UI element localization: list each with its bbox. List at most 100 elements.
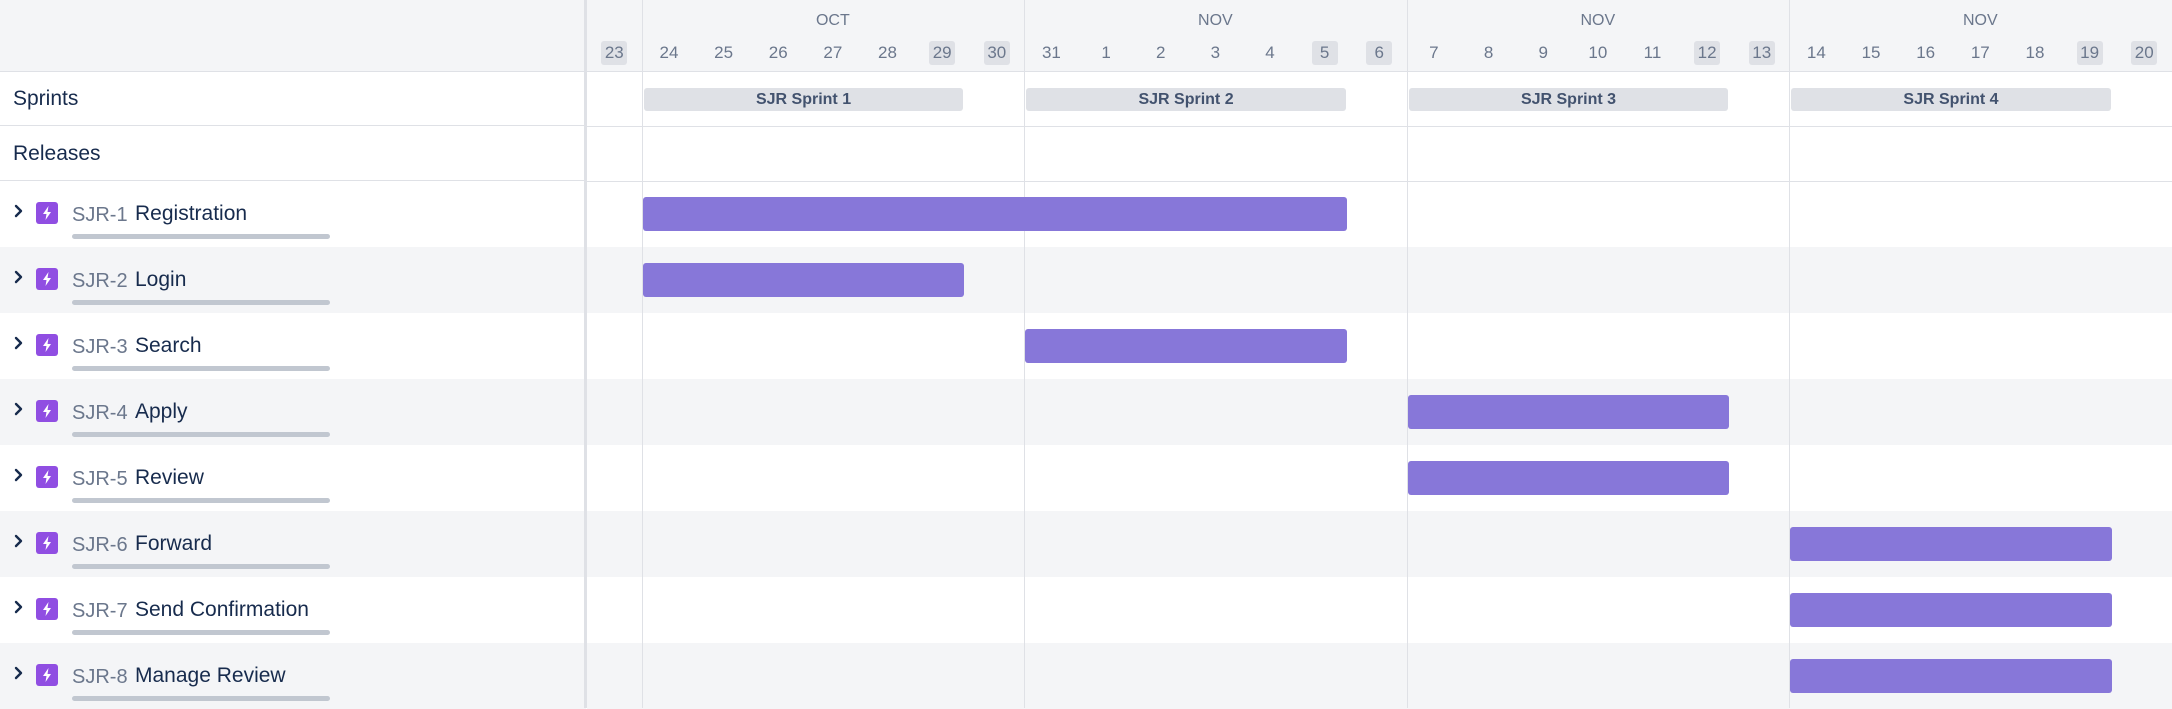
issue-progress-bar xyxy=(72,564,330,569)
epic-lightning-icon xyxy=(36,334,58,356)
day-label: 24 xyxy=(659,43,679,62)
chevron-right-icon[interactable] xyxy=(11,335,27,351)
epic-lightning-icon xyxy=(36,202,58,224)
issue-row[interactable]: SJR-5 Review xyxy=(0,445,586,511)
issue-key[interactable]: SJR-2 xyxy=(72,270,128,293)
day-label: 28 xyxy=(878,43,897,62)
chevron-right-icon[interactable] xyxy=(11,665,27,681)
issue-title[interactable]: Registration xyxy=(135,202,247,226)
issue-title[interactable]: Login xyxy=(135,268,186,292)
issue-row[interactable]: SJR-4 Apply xyxy=(0,379,586,445)
day-label: 3 xyxy=(1210,43,1221,62)
issue-bar[interactable] xyxy=(1790,659,2112,693)
chevron-right-icon[interactable] xyxy=(11,401,27,417)
issue-title[interactable]: Send Confirmation xyxy=(135,598,309,622)
day-label: 1 xyxy=(1101,43,1111,62)
issue-title[interactable]: Search xyxy=(135,334,202,358)
month-label: NOV xyxy=(1198,12,1233,29)
issue-progress-bar xyxy=(72,234,330,239)
timeline-row-divider xyxy=(587,181,2172,182)
day-label: 18 xyxy=(2025,43,2045,62)
month-label: NOV xyxy=(1580,12,1616,29)
epic-lightning-icon xyxy=(36,268,58,290)
epic-lightning-icon xyxy=(36,532,58,554)
issue-bar[interactable] xyxy=(1790,527,2112,561)
issue-bar[interactable] xyxy=(1790,593,2112,627)
day-label: 30 xyxy=(983,41,1010,65)
sprints-label: Sprints xyxy=(13,87,79,110)
issue-row[interactable]: SJR-8 Manage Review xyxy=(0,643,586,709)
issue-list-header xyxy=(0,0,586,72)
issue-progress-bar xyxy=(72,366,330,371)
day-label: 31 xyxy=(1041,43,1061,62)
day-label: 6 xyxy=(1366,41,1393,65)
week-gridline xyxy=(642,0,643,708)
day-label: 20 xyxy=(2131,41,2158,65)
week-gridline xyxy=(1407,0,1408,708)
issue-title[interactable]: Manage Review xyxy=(135,664,286,688)
issue-key[interactable]: SJR-5 xyxy=(72,468,128,491)
epic-lightning-icon xyxy=(36,598,58,620)
day-label: 9 xyxy=(1538,43,1548,62)
issue-progress-bar xyxy=(72,300,330,305)
sprint-pill[interactable]: SJR Sprint 4 xyxy=(1791,88,2111,111)
issue-progress-bar xyxy=(72,432,330,437)
issue-row[interactable]: SJR-1 Registration xyxy=(0,181,586,247)
issue-bar[interactable] xyxy=(642,197,1347,231)
issue-bar[interactable] xyxy=(642,263,965,297)
chevron-right-icon[interactable] xyxy=(11,203,27,219)
day-label: 2 xyxy=(1155,43,1166,62)
timeline-row-stripe xyxy=(587,379,2172,445)
issue-row[interactable]: SJR-6 Forward xyxy=(0,511,586,577)
chevron-right-icon[interactable] xyxy=(11,269,27,285)
day-label: 19 xyxy=(2076,41,2103,65)
issue-key[interactable]: SJR-4 xyxy=(72,402,128,425)
sprint-pill[interactable]: SJR Sprint 2 xyxy=(1026,88,1346,111)
issue-title[interactable]: Forward xyxy=(135,532,212,556)
issue-progress-bar xyxy=(72,630,330,635)
issue-title[interactable]: Review xyxy=(135,466,204,490)
timeline-row-divider xyxy=(587,126,2172,127)
issue-bar[interactable] xyxy=(1407,461,1730,495)
issue-key[interactable]: SJR-7 xyxy=(72,600,128,623)
issue-row[interactable]: SJR-7 Send Confirmation xyxy=(0,577,586,643)
chevron-right-icon[interactable] xyxy=(11,467,27,483)
issue-progress-bar xyxy=(72,498,330,503)
day-label: 16 xyxy=(1916,43,1936,62)
issue-progress-bar xyxy=(72,696,330,701)
sprint-pill[interactable]: SJR Sprint 3 xyxy=(1408,88,1729,111)
day-label: 17 xyxy=(1970,43,1990,62)
day-label: 26 xyxy=(768,43,788,62)
issue-key[interactable]: SJR-8 xyxy=(72,666,128,689)
month-label: OCT xyxy=(815,12,850,29)
day-label: 27 xyxy=(823,43,843,62)
issue-bar[interactable] xyxy=(1407,395,1730,429)
chevron-right-icon[interactable] xyxy=(11,599,27,615)
timeline-grid: OCT NOV NOV NOV 23 24 25 26 27 28 29 30 31 1 2 3 4 5 6 7 8 9… xyxy=(587,0,2172,709)
issue-key[interactable]: SJR-3 xyxy=(72,336,128,359)
epic-lightning-icon xyxy=(36,400,58,422)
day-label: 10 xyxy=(1588,43,1608,62)
issue-key[interactable]: SJR-1 xyxy=(72,204,128,227)
issue-row[interactable]: SJR-3 Search xyxy=(0,313,586,379)
day-label: 23 xyxy=(601,41,628,65)
roadmap-app: Sprints Releases SJR-1 Registration SJR-2 L… xyxy=(0,0,2172,709)
day-label: 7 xyxy=(1429,43,1439,62)
day-label: 12 xyxy=(1694,41,1721,65)
day-label: 14 xyxy=(1806,43,1826,62)
sprint-pill[interactable]: SJR Sprint 1 xyxy=(643,88,964,111)
issue-list-panel: Sprints Releases SJR-1 Registration SJR-2 L… xyxy=(0,0,586,709)
releases-row-label: Releases xyxy=(0,126,586,181)
month-label: NOV xyxy=(1962,12,1998,29)
sprints-row-label: Sprints xyxy=(0,72,586,126)
chevron-right-icon[interactable] xyxy=(11,533,27,549)
epic-lightning-icon xyxy=(36,466,58,488)
day-label: 8 xyxy=(1483,43,1494,62)
issue-title[interactable]: Apply xyxy=(135,400,188,424)
issue-bar[interactable] xyxy=(1025,329,1347,363)
timeline-header: OCT NOV NOV NOV 23 24 25 26 27 28 29 30 31 1 2 3 4 5 6 7 8 9… xyxy=(587,0,2172,72)
issue-row[interactable]: SJR-2 Login xyxy=(0,247,586,313)
issue-key[interactable]: SJR-6 xyxy=(72,534,128,557)
epic-lightning-icon xyxy=(36,664,58,686)
day-label: 25 xyxy=(714,43,734,62)
